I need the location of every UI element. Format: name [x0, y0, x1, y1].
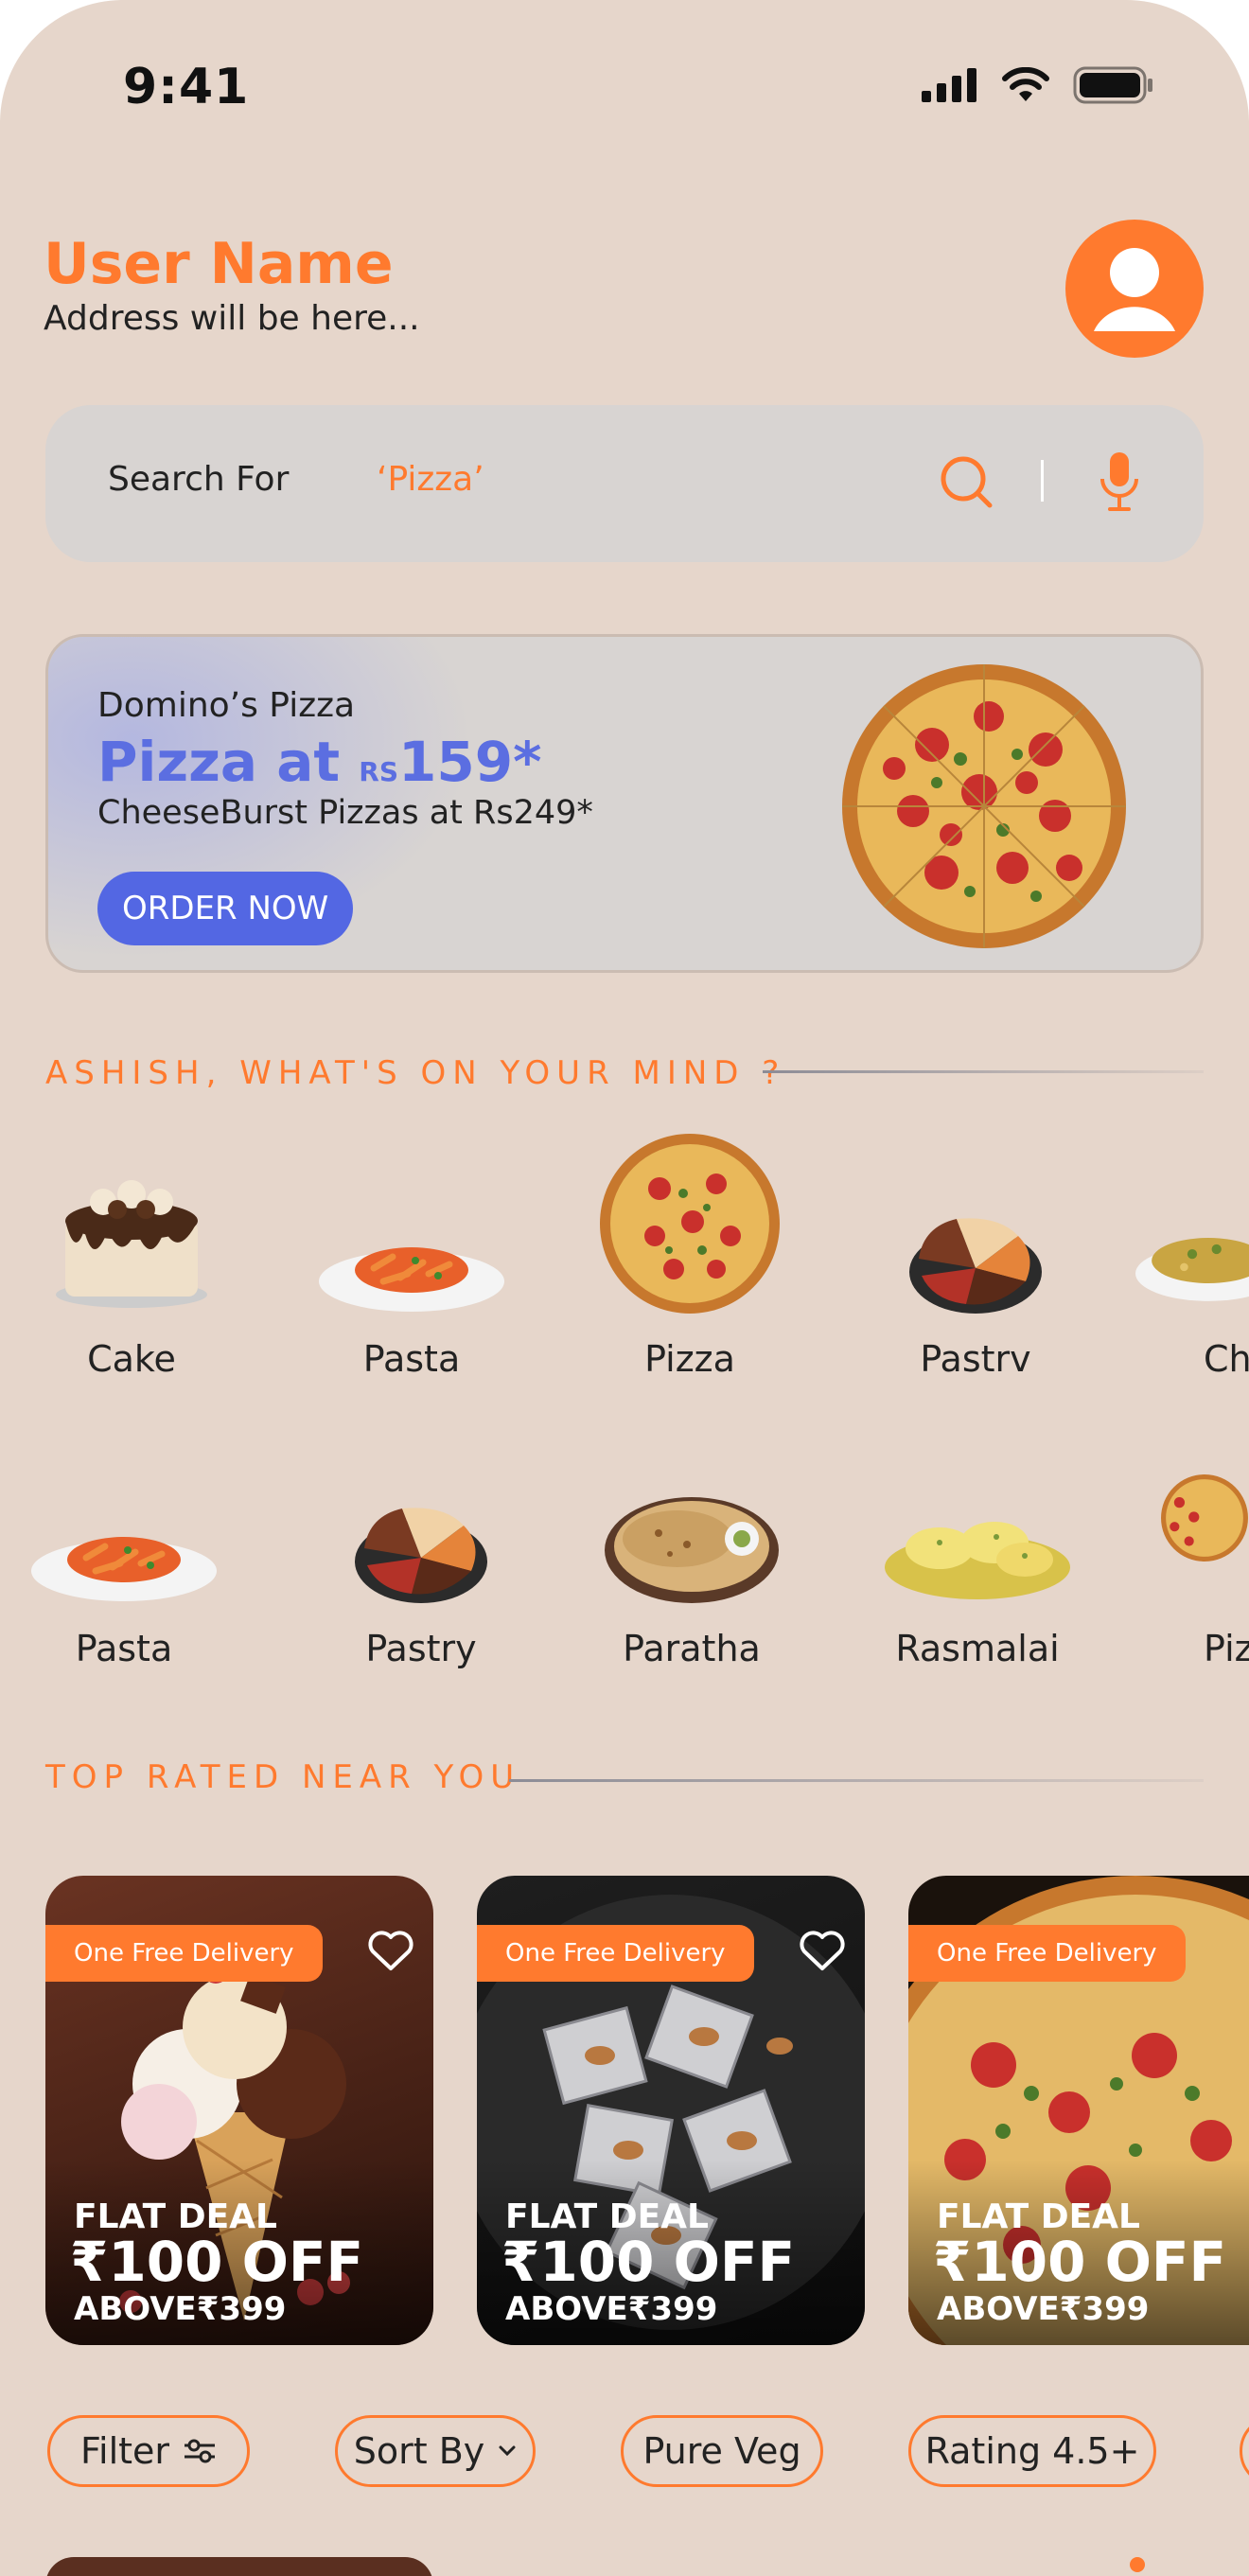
chevron-down-icon [499, 2445, 516, 2457]
heart-icon[interactable] [799, 1929, 846, 1972]
deal-line-3: ABOVE₹399 [74, 2290, 287, 2328]
pure-veg-label: Pure Veg [642, 2430, 801, 2472]
category-label: Piz [1204, 1628, 1249, 1669]
banner-brand: Domino’s Pizza [97, 686, 356, 725]
category-paratha[interactable]: Paratha [583, 1425, 800, 1669]
top-rated-title: TOP RATED NEAR YOU [45, 1758, 521, 1796]
search-bar[interactable]: Search For ‘Pizza’ [45, 405, 1204, 562]
deal-line-2: ₹100 OFF [501, 2230, 796, 2294]
wifi-icon [1002, 67, 1049, 101]
free-delivery-badge: One Free Delivery [908, 1925, 1186, 1982]
rasmalai-image [885, 1522, 1070, 1599]
more-chip[interactable] [1240, 2415, 1249, 2487]
category-pasta[interactable]: Pasta [303, 1136, 520, 1380]
pastry-image [909, 1218, 1042, 1314]
category-label: Pasta [362, 1338, 461, 1380]
delivery-address[interactable]: Address will be here... [44, 299, 420, 338]
promo-banner[interactable]: Domino’s Pizza Pizza at RS159* CheeseBur… [45, 634, 1204, 973]
category-label: Cake [87, 1338, 176, 1380]
section-divider [763, 1070, 1204, 1073]
phone-screen: 9:41 User Name Address will be here... S… [0, 0, 1249, 2576]
category-rasmalai[interactable]: Rasmalai [869, 1425, 1086, 1669]
category-label: Pastrv [920, 1338, 1031, 1380]
search-icon[interactable] [939, 454, 995, 511]
dish-image [1135, 1238, 1249, 1301]
pastry-image [355, 1508, 487, 1603]
category-label: Pastry [365, 1628, 477, 1669]
rating-chip[interactable]: Rating 4.5+ [908, 2415, 1156, 2487]
search-divider [1041, 460, 1044, 502]
status-icons [922, 66, 1154, 104]
banner-headline: Pizza at RS159* [97, 730, 541, 794]
sort-by-label: Sort By [353, 2430, 485, 2472]
category-label: Pasta [75, 1628, 173, 1669]
sort-by-chip[interactable]: Sort By [335, 2415, 536, 2487]
category-label: Paratha [623, 1628, 761, 1669]
section-divider [509, 1779, 1204, 1782]
microphone-icon[interactable] [1098, 450, 1141, 513]
restaurant-card[interactable]: One Free Delivery FLAT DEAL ₹100 OFF ABO… [908, 1876, 1249, 2345]
category-label: Ch [1204, 1338, 1249, 1380]
filter-chip[interactable]: Filter [47, 2415, 250, 2487]
deal-line-3: ABOVE₹399 [505, 2290, 718, 2328]
page-indicator-dot [1130, 2557, 1145, 2572]
paratha-image [605, 1497, 779, 1603]
category-label: Rasmalai [895, 1628, 1060, 1669]
category-pastry-2[interactable]: Pastry [312, 1425, 530, 1669]
heart-icon[interactable] [367, 1929, 414, 1972]
profile-avatar-button[interactable] [1065, 220, 1204, 358]
category-cake[interactable]: Cake [23, 1136, 240, 1380]
sliders-icon [185, 2439, 216, 2463]
deal-line-2: ₹100 OFF [70, 2230, 364, 2294]
pasta-image [31, 1537, 217, 1601]
battery-icon [1073, 66, 1152, 104]
user-icon [1094, 248, 1175, 331]
restaurant-card[interactable]: One Free Delivery FLAT DEAL ₹100 OFF ABO… [45, 1876, 433, 2345]
pizza-image [600, 1134, 780, 1314]
category-partial-2[interactable]: Piz [1160, 1425, 1249, 1669]
mind-section-title: ASHISH, WHAT'S ON YOUR MIND ? [45, 1054, 786, 1092]
category-pastry[interactable]: Pastrv [867, 1136, 1084, 1380]
category-partial[interactable]: Ch [1135, 1136, 1249, 1380]
user-name: User Name [44, 231, 394, 297]
cake-image [56, 1180, 207, 1308]
pizza-image [1161, 1474, 1248, 1561]
category-pasta-2[interactable]: Pasta [15, 1425, 233, 1669]
headline-price: 159* [398, 730, 542, 794]
banner-subtitle: CheeseBurst Pizzas at Rs249* [97, 794, 593, 832]
headline-currency: RS [359, 756, 399, 787]
free-delivery-badge: One Free Delivery [45, 1925, 323, 1982]
pure-veg-chip[interactable]: Pure Veg [621, 2415, 823, 2487]
search-suggestion: ‘Pizza’ [377, 460, 484, 499]
pasta-image [319, 1247, 504, 1312]
pizza-image [842, 664, 1126, 948]
category-label: Pizza [644, 1338, 735, 1380]
signal-icon [922, 68, 976, 102]
status-time: 9:41 [123, 59, 250, 115]
deal-line-3: ABOVE₹399 [937, 2290, 1150, 2328]
restaurant-card[interactable]: One Free Delivery FLAT DEAL ₹100 OFF ABO… [477, 1876, 865, 2345]
free-delivery-badge: One Free Delivery [477, 1925, 754, 1982]
search-label: Search For [108, 460, 290, 499]
headline-prefix: Pizza at [97, 730, 360, 794]
rating-label: Rating 4.5+ [924, 2430, 1140, 2472]
restaurant-card-partial[interactable] [45, 2557, 433, 2576]
deal-line-2: ₹100 OFF [933, 2230, 1227, 2294]
order-now-button[interactable]: ORDER NOW [97, 872, 354, 945]
filter-label: Filter [79, 2430, 170, 2472]
category-pizza[interactable]: Pizza [581, 1134, 799, 1380]
